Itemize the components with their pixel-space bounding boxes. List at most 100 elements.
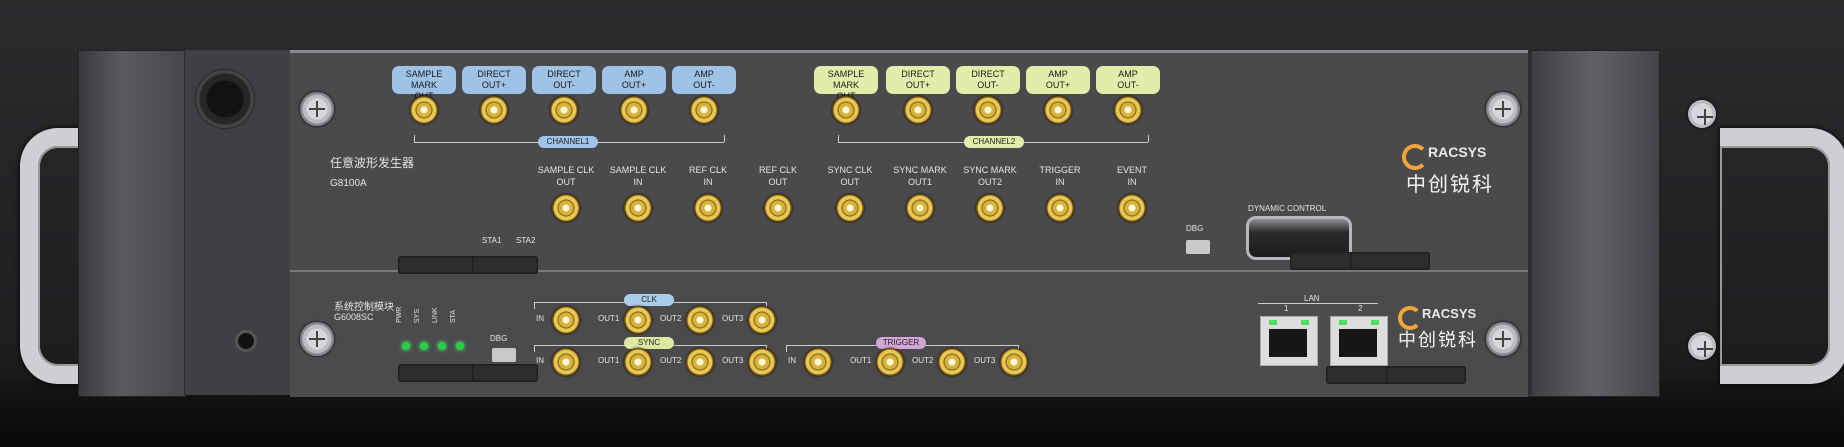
port-label: IN: [536, 356, 544, 365]
sma-connector[interactable]: [1046, 194, 1074, 222]
sma-connector[interactable]: [552, 306, 580, 334]
top-left-rail-tab: [398, 256, 478, 274]
screw-icon: [1486, 322, 1520, 356]
port-label: OUT1: [598, 356, 620, 365]
sma-connector[interactable]: [836, 194, 864, 222]
port-label: OUT3: [974, 356, 996, 365]
brand-mark-icon: [1402, 144, 1428, 170]
bottom-dbg-label: DBG: [490, 334, 508, 343]
port-label: SYNC CLK OUT: [827, 165, 873, 187]
brand-name: RACSYS: [1428, 144, 1487, 160]
sma-connector[interactable]: [1044, 96, 1072, 124]
rack-screw-icon: [1688, 100, 1716, 128]
port-label: SAMPLE CLK OUT: [537, 165, 595, 187]
sma-connector[interactable]: [624, 306, 652, 334]
channel2-bracket-right: [1148, 135, 1149, 142]
sma-connector[interactable]: [552, 348, 580, 376]
power-knob[interactable]: [196, 70, 254, 128]
brand-name-cn: 中创锐科: [1406, 174, 1494, 196]
channel1-bracket-right: [724, 135, 725, 142]
port-label: OUT2: [660, 314, 682, 323]
sta2-label: STA2: [516, 236, 536, 245]
port-label-box: DIRECT OUT+: [462, 66, 526, 94]
sma-connector[interactable]: [624, 348, 652, 376]
led-label: LINK: [432, 307, 439, 323]
sma-connector[interactable]: [550, 96, 578, 124]
port-label-box: AMP OUT+: [602, 66, 666, 94]
port-label: SYNC MARK OUT2: [963, 165, 1017, 187]
lan-port-2[interactable]: [1330, 316, 1388, 366]
status-led: [456, 342, 464, 350]
port-label-box: DIRECT OUT+: [886, 66, 950, 94]
system-module-title: 系统控制模块: [334, 302, 394, 313]
brand-name-cn: 中创锐科: [1398, 330, 1478, 350]
sma-connector[interactable]: [748, 306, 776, 334]
lan-label: LAN: [1304, 294, 1320, 303]
sma-connector[interactable]: [410, 96, 438, 124]
port-label-box: AMP OUT-: [1096, 66, 1160, 94]
clk-bracket-left: [534, 302, 535, 309]
top-dbg-label: DBG: [1186, 224, 1204, 233]
port-label: EVENT IN: [1116, 165, 1147, 187]
channel2-label: CHANNEL2: [964, 136, 1024, 148]
status-led: [438, 342, 446, 350]
dynamic-control-label: DYNAMIC CONTROL: [1248, 204, 1327, 213]
sma-connector[interactable]: [904, 96, 932, 124]
sma-connector[interactable]: [690, 96, 718, 124]
port-label: REF CLK IN: [688, 165, 727, 187]
generator-model: G8100A: [330, 178, 367, 189]
sma-connector[interactable]: [938, 348, 966, 376]
sma-connector[interactable]: [974, 96, 1002, 124]
sma-connector[interactable]: [552, 194, 580, 222]
system-module-model: G6008SC: [334, 312, 374, 322]
sma-connector[interactable]: [764, 194, 792, 222]
sma-connector[interactable]: [976, 194, 1004, 222]
trigger-bracket-left: [786, 345, 787, 352]
lan-port-1[interactable]: [1260, 316, 1318, 366]
led-label: SYS: [414, 308, 421, 323]
led-label: STA: [450, 309, 457, 323]
screw-icon: [1486, 92, 1520, 126]
sma-connector[interactable]: [686, 306, 714, 334]
port-label-box: AMP OUT+: [1026, 66, 1090, 94]
sync-label: SYNC: [624, 337, 674, 349]
trigger-label: TRIGGER: [876, 337, 926, 349]
headphone-jack[interactable]: [235, 330, 257, 352]
port-label-box: DIRECT OUT-: [956, 66, 1020, 94]
lan-port-1-label: 1: [1284, 304, 1289, 313]
sma-connector[interactable]: [620, 96, 648, 124]
port-label: OUT3: [722, 356, 744, 365]
channel1-label: CHANNEL1: [538, 136, 598, 148]
status-led: [402, 342, 410, 350]
lan-port-2-label: 2: [1358, 304, 1363, 313]
sma-connector[interactable]: [1118, 194, 1146, 222]
channel1-bracket-left: [414, 135, 415, 142]
sma-connector[interactable]: [804, 348, 832, 376]
port-label: REF CLK OUT: [758, 165, 797, 187]
sma-connector[interactable]: [1114, 96, 1142, 124]
sma-connector[interactable]: [748, 348, 776, 376]
port-label-box: SAMPLE MARK OUT: [814, 66, 878, 101]
bottom-right-rail-tab: [1386, 366, 1466, 384]
port-label: IN: [788, 356, 796, 365]
screw-icon: [300, 322, 334, 356]
sma-connector[interactable]: [1000, 348, 1028, 376]
clk-label: CLK: [624, 294, 674, 306]
sma-connector[interactable]: [876, 348, 904, 376]
rack-screw-icon: [1688, 332, 1716, 360]
top-dbg-usb-port[interactable]: [1186, 240, 1210, 254]
sma-connector[interactable]: [694, 194, 722, 222]
right-rack-ear: [1528, 50, 1660, 397]
port-label: OUT2: [660, 356, 682, 365]
sma-connector[interactable]: [624, 194, 652, 222]
bottom-right-rail-tab: [1326, 366, 1392, 384]
sma-connector[interactable]: [686, 348, 714, 376]
top-left-rail-tab: [472, 256, 538, 274]
bottom-dbg-usb-port[interactable]: [492, 348, 516, 362]
port-label: OUT1: [598, 314, 620, 323]
sma-connector[interactable]: [832, 96, 860, 124]
sma-connector[interactable]: [480, 96, 508, 124]
port-label-box: SAMPLE MARK OUT: [392, 66, 456, 101]
sma-connector[interactable]: [906, 194, 934, 222]
right-handle[interactable]: [1720, 128, 1844, 384]
